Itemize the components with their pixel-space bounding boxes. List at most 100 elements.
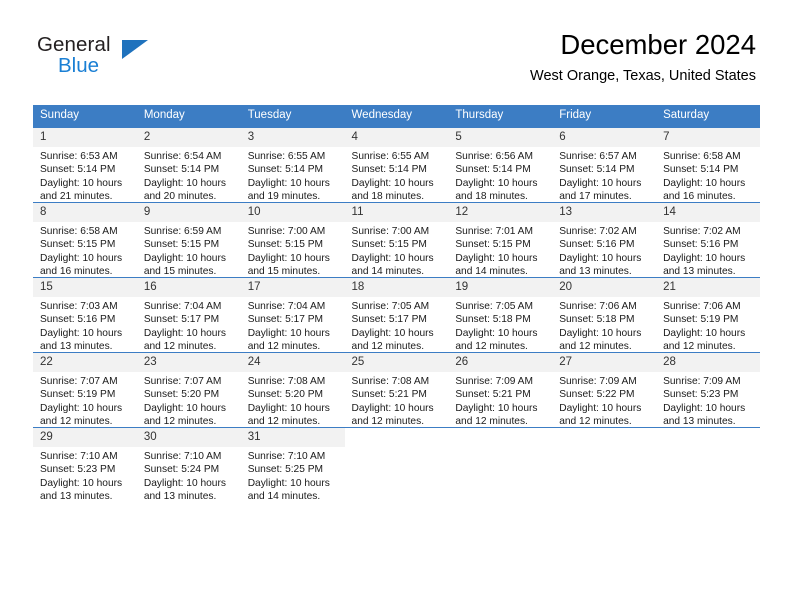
day-cell-empty: [448, 427, 553, 502]
day-number: 7: [656, 128, 760, 147]
day-cell[interactable]: 22 Sunrise: 7:07 AM Sunset: 5:19 PM Dayli…: [33, 352, 137, 428]
day-number: [448, 428, 552, 447]
day-number: [552, 428, 656, 447]
day-number: 20: [552, 278, 657, 297]
day-cell[interactable]: 5 Sunrise: 6:56 AM Sunset: 5:14 PM Daylig…: [448, 127, 553, 203]
day-details: Sunrise: 7:08 AM Sunset: 5:21 PM Dayligh…: [351, 376, 434, 427]
day-number: 1: [33, 128, 137, 147]
day-cell[interactable]: 15 Sunrise: 7:03 AM Sunset: 5:16 PM Dayli…: [33, 277, 137, 353]
day-number: [656, 428, 760, 447]
day-cell[interactable]: 20 Sunrise: 7:06 AM Sunset: 5:18 PM Dayli…: [552, 277, 657, 353]
location-subtitle: West Orange, Texas, United States: [530, 68, 756, 84]
day-cell[interactable]: 1 Sunrise: 6:53 AM Sunset: 5:14 PM Daylig…: [33, 127, 137, 203]
calendar-week-row: 8 Sunrise: 6:58 AM Sunset: 5:15 PM Daylig…: [33, 202, 760, 278]
day-number: 26: [448, 353, 553, 372]
day-cell[interactable]: 14 Sunrise: 7:02 AM Sunset: 5:16 PM Dayli…: [656, 202, 760, 278]
calendar-week-row: 22 Sunrise: 7:07 AM Sunset: 5:19 PM Dayli…: [33, 352, 760, 428]
page-header: General Blue December 2024 West Orange, …: [0, 0, 792, 84]
weekday-header-thursday: Thursday: [448, 105, 553, 128]
day-details: Sunrise: 6:59 AM Sunset: 5:15 PM Dayligh…: [143, 226, 226, 277]
day-cell[interactable]: 16 Sunrise: 7:04 AM Sunset: 5:17 PM Dayli…: [136, 277, 241, 353]
day-details: Sunrise: 7:00 AM Sunset: 5:15 PM Dayligh…: [351, 226, 434, 277]
day-number: 10: [240, 203, 345, 222]
day-details: Sunrise: 7:09 AM Sunset: 5:23 PM Dayligh…: [663, 376, 746, 427]
day-cell[interactable]: 29 Sunrise: 7:10 AM Sunset: 5:23 PM Dayli…: [33, 427, 137, 502]
weekday-header-monday: Monday: [136, 105, 241, 128]
day-cell[interactable]: 8 Sunrise: 6:58 AM Sunset: 5:15 PM Daylig…: [33, 202, 137, 278]
day-cell[interactable]: 19 Sunrise: 7:05 AM Sunset: 5:18 PM Dayli…: [448, 277, 553, 353]
day-cell[interactable]: 30 Sunrise: 7:10 AM Sunset: 5:24 PM Dayli…: [136, 427, 241, 502]
day-cell[interactable]: 24 Sunrise: 7:08 AM Sunset: 5:20 PM Dayli…: [240, 352, 345, 428]
day-number: 21: [656, 278, 760, 297]
day-cell[interactable]: 7 Sunrise: 6:58 AM Sunset: 5:14 PM Daylig…: [656, 127, 760, 203]
day-details: Sunrise: 6:57 AM Sunset: 5:14 PM Dayligh…: [559, 151, 642, 202]
day-details: Sunrise: 7:10 AM Sunset: 5:24 PM Dayligh…: [143, 451, 226, 502]
weekday-header-wednesday: Wednesday: [344, 105, 449, 128]
day-number: 12: [448, 203, 553, 222]
day-cell[interactable]: 27 Sunrise: 7:09 AM Sunset: 5:22 PM Dayli…: [552, 352, 657, 428]
day-cell[interactable]: 31 Sunrise: 7:10 AM Sunset: 5:25 PM Dayli…: [240, 427, 345, 502]
day-number: 8: [33, 203, 137, 222]
day-number: 19: [448, 278, 553, 297]
day-number: 25: [344, 353, 449, 372]
day-cell[interactable]: 6 Sunrise: 6:57 AM Sunset: 5:14 PM Daylig…: [552, 127, 657, 203]
day-cell[interactable]: 10 Sunrise: 7:00 AM Sunset: 5:15 PM Dayli…: [240, 202, 345, 278]
day-cell[interactable]: 26 Sunrise: 7:09 AM Sunset: 5:21 PM Dayli…: [448, 352, 553, 428]
day-cell[interactable]: 11 Sunrise: 7:00 AM Sunset: 5:15 PM Dayli…: [344, 202, 449, 278]
day-cell[interactable]: 9 Sunrise: 6:59 AM Sunset: 5:15 PM Daylig…: [136, 202, 241, 278]
day-number: 24: [240, 353, 345, 372]
day-cell[interactable]: 28 Sunrise: 7:09 AM Sunset: 5:23 PM Dayli…: [656, 352, 760, 428]
day-cell-empty: [552, 427, 657, 502]
general-blue-logo[interactable]: General Blue: [37, 33, 157, 79]
day-cell[interactable]: 23 Sunrise: 7:07 AM Sunset: 5:20 PM Dayli…: [136, 352, 241, 428]
day-details: Sunrise: 7:08 AM Sunset: 5:20 PM Dayligh…: [247, 376, 330, 427]
calendar-body: 1 Sunrise: 6:53 AM Sunset: 5:14 PM Daylig…: [33, 127, 760, 502]
day-details: [345, 447, 449, 450]
day-number: 31: [240, 428, 345, 447]
day-cell-empty: [656, 427, 760, 502]
day-number: [345, 428, 449, 447]
calendar-week-row: 1 Sunrise: 6:53 AM Sunset: 5:14 PM Daylig…: [33, 127, 760, 203]
day-cell[interactable]: 4 Sunrise: 6:55 AM Sunset: 5:14 PM Daylig…: [344, 127, 449, 203]
day-number: 30: [136, 428, 241, 447]
day-details: Sunrise: 7:02 AM Sunset: 5:16 PM Dayligh…: [663, 226, 746, 277]
day-cell-empty: [344, 427, 449, 502]
day-details: Sunrise: 7:02 AM Sunset: 5:16 PM Dayligh…: [559, 226, 642, 277]
calendar-page: General Blue December 2024 West Orange, …: [0, 0, 792, 612]
calendar-week-row: 29 Sunrise: 7:10 AM Sunset: 5:23 PM Dayli…: [33, 427, 760, 502]
day-cell[interactable]: 12 Sunrise: 7:01 AM Sunset: 5:15 PM Dayli…: [448, 202, 553, 278]
day-details: Sunrise: 7:04 AM Sunset: 5:17 PM Dayligh…: [143, 301, 226, 352]
day-details: Sunrise: 6:56 AM Sunset: 5:14 PM Dayligh…: [455, 151, 538, 202]
day-details: Sunrise: 7:09 AM Sunset: 5:21 PM Dayligh…: [455, 376, 538, 427]
day-number: 4: [344, 128, 449, 147]
day-number: 29: [33, 428, 137, 447]
day-details: Sunrise: 6:55 AM Sunset: 5:14 PM Dayligh…: [351, 151, 434, 202]
calendar-week-row: 15 Sunrise: 7:03 AM Sunset: 5:16 PM Dayli…: [33, 277, 760, 353]
day-number: 2: [136, 128, 241, 147]
day-details: Sunrise: 6:55 AM Sunset: 5:14 PM Dayligh…: [247, 151, 330, 202]
day-cell[interactable]: 3 Sunrise: 6:55 AM Sunset: 5:14 PM Daylig…: [240, 127, 345, 203]
title-block: December 2024 West Orange, Texas, United…: [530, 28, 756, 85]
day-cell[interactable]: 25 Sunrise: 7:08 AM Sunset: 5:21 PM Dayli…: [344, 352, 449, 428]
day-cell[interactable]: 21 Sunrise: 7:06 AM Sunset: 5:19 PM Dayli…: [656, 277, 760, 353]
weekday-header-sunday: Sunday: [33, 105, 137, 128]
day-number: 15: [33, 278, 137, 297]
day-number: 5: [448, 128, 553, 147]
day-cell[interactable]: 2 Sunrise: 6:54 AM Sunset: 5:14 PM Daylig…: [136, 127, 241, 203]
day-cell[interactable]: 13 Sunrise: 7:02 AM Sunset: 5:16 PM Dayli…: [552, 202, 657, 278]
day-cell[interactable]: 18 Sunrise: 7:05 AM Sunset: 5:17 PM Dayli…: [344, 277, 449, 353]
day-number: 28: [656, 353, 760, 372]
day-details: Sunrise: 6:58 AM Sunset: 5:14 PM Dayligh…: [663, 151, 746, 202]
day-details: Sunrise: 6:54 AM Sunset: 5:14 PM Dayligh…: [143, 151, 226, 202]
triangle-flag-icon: [122, 40, 148, 59]
weekday-header-tuesday: Tuesday: [240, 105, 345, 128]
day-number: 13: [552, 203, 657, 222]
day-details: Sunrise: 6:58 AM Sunset: 5:15 PM Dayligh…: [40, 226, 123, 277]
day-number: 3: [240, 128, 345, 147]
day-number: 27: [552, 353, 657, 372]
day-details: Sunrise: 7:03 AM Sunset: 5:16 PM Dayligh…: [40, 301, 123, 352]
day-details: Sunrise: 7:06 AM Sunset: 5:18 PM Dayligh…: [559, 301, 642, 352]
day-cell[interactable]: 17 Sunrise: 7:04 AM Sunset: 5:17 PM Dayli…: [240, 277, 345, 353]
day-number: 6: [552, 128, 657, 147]
day-number: 16: [136, 278, 241, 297]
